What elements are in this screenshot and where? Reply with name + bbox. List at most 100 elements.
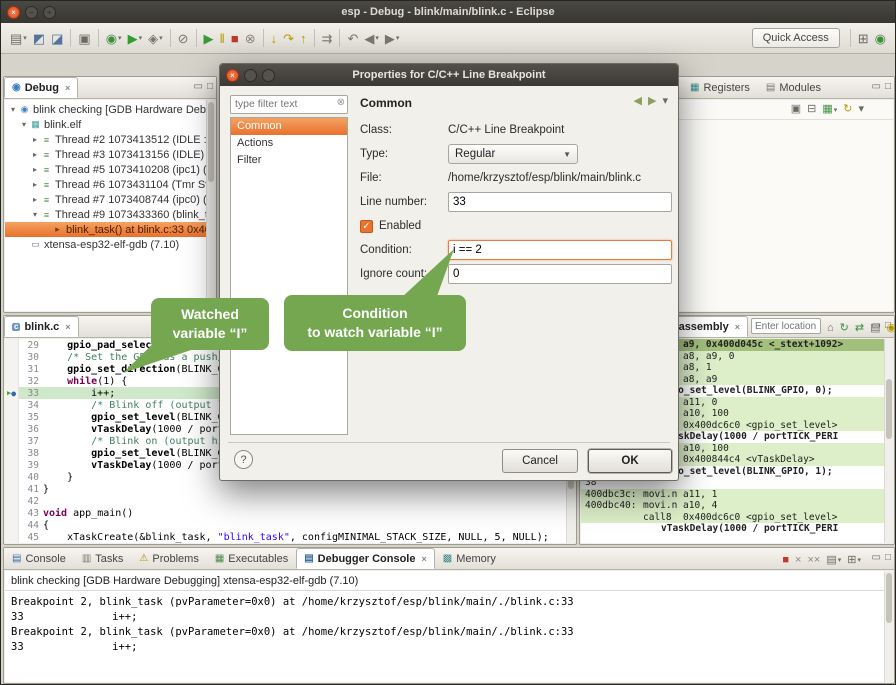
debug-tree-item[interactable]: ▸blink_task() at blink.c:33 0x400db [5, 222, 215, 237]
new-icon[interactable]: ▤▾ [7, 27, 30, 49]
tab-console[interactable]: ▤Console [4, 548, 74, 569]
window-minimize-icon[interactable]: – [25, 6, 38, 19]
debug-tree-item[interactable]: ▸≡Thread #2 1073413512 (IDLE : Runn [5, 132, 215, 147]
save-all-icon[interactable]: ◪ [48, 27, 66, 49]
expand-arrow-icon[interactable]: ▾ [8, 105, 18, 114]
tab-registers[interactable]: ▦Registers [682, 77, 758, 98]
condition-input[interactable] [448, 240, 672, 260]
scrollbar[interactable] [884, 339, 893, 543]
debug-tree-item[interactable]: ▸≡Thread #6 1073431104 (Tmr Svc) (S [5, 177, 215, 192]
view-menu-icon[interactable]: ▾ [662, 94, 668, 107]
minimize-icon[interactable]: ▭ [872, 320, 881, 331]
step-over-icon[interactable]: ↷ [280, 27, 297, 49]
debug-tree-item[interactable]: ▾≡Thread #9 1073433360 (blink_task [5, 207, 215, 222]
breakpoint-icon[interactable]: ● [11, 389, 16, 398]
debug-tree-item[interactable]: ▾▦blink.elf [5, 117, 215, 132]
breakpoint-gutter[interactable]: ▶● [5, 387, 19, 399]
view-menu-icon[interactable]: ▾ [855, 101, 867, 119]
code-line[interactable]: 44{ [5, 519, 575, 531]
expand-arrow-icon[interactable]: ▾ [30, 210, 40, 219]
remove-all-launches-icon[interactable]: ×× [804, 551, 823, 569]
console-output[interactable]: Breakpoint 2, blink_task (pvParameter=0x… [5, 591, 893, 659]
filter-input[interactable] [230, 95, 348, 114]
window-close-icon[interactable]: × [7, 6, 20, 19]
clear-filter-icon[interactable]: ⊗ [337, 97, 345, 108]
expand-arrow-icon[interactable]: ▸ [30, 180, 40, 189]
tab-modules[interactable]: ▤Modules [758, 77, 829, 98]
close-icon[interactable]: × [735, 322, 740, 332]
dialog-maximize-icon[interactable] [262, 69, 275, 82]
code-line[interactable]: 42 [5, 495, 575, 507]
open-console-icon[interactable]: ⊞▾ [844, 551, 864, 569]
close-icon[interactable]: × [65, 83, 70, 93]
help-button[interactable]: ? [234, 450, 253, 469]
tab-blink-c[interactable]: c blink.c × [4, 316, 79, 337]
resume-icon[interactable]: ▶ [201, 27, 217, 49]
terminate-icon[interactable]: ■ [779, 551, 792, 569]
expand-arrow-icon[interactable]: ▸ [30, 135, 40, 144]
debug-tree-item[interactable]: ▸≡Thread #5 1073410208 (ipc1) (Susp [5, 162, 215, 177]
run-icon[interactable]: ▶▾ [125, 27, 146, 49]
quick-access-button[interactable]: Quick Access [752, 28, 840, 48]
ok-button[interactable]: OK [588, 449, 672, 473]
disassembly-line[interactable]: 400dbc40:movi.n a10, 4 [581, 500, 893, 512]
tab-executables[interactable]: ▦Executables [207, 548, 296, 569]
minimize-icon[interactable]: ▭ [872, 81, 881, 92]
remove-launch-icon[interactable]: × [792, 551, 804, 569]
maximize-icon[interactable]: □ [885, 81, 891, 92]
display-selected-console-icon[interactable]: ▤▾ [823, 551, 844, 569]
close-icon[interactable]: × [421, 554, 426, 564]
collapse-all-icon[interactable]: ⊟ [804, 101, 819, 119]
disassembly-line[interactable]: vTaskDelay(1000 / portTICK_PERI [581, 523, 893, 535]
debug-perspective-icon[interactable]: ◉ [872, 27, 889, 49]
location-input[interactable] [751, 318, 821, 334]
enabled-checkbox[interactable]: ✓ [360, 220, 373, 233]
last-edit-icon[interactable]: ↶ [344, 27, 361, 49]
cancel-button[interactable]: Cancel [502, 449, 578, 473]
refresh-icon[interactable]: ↻ [840, 101, 855, 119]
maximize-icon[interactable]: □ [207, 81, 213, 92]
code-line[interactable]: 45 xTaskCreate(&blink_task, "blink_task"… [5, 531, 575, 543]
type-dropdown[interactable]: Regular ▼ [448, 144, 578, 164]
dialog-section-actions[interactable]: Actions [231, 135, 347, 152]
skip-breakpoints-icon[interactable]: ⊘ [175, 27, 192, 49]
debug-tree-item[interactable]: ▸≡Thread #3 1073413156 (IDLE) (Susp [5, 147, 215, 162]
step-return-icon[interactable]: ↑ [297, 27, 310, 49]
ignore-count-input[interactable] [448, 264, 672, 284]
step-into-icon[interactable]: ↓ [268, 27, 281, 49]
back-icon[interactable]: ◀▾ [361, 27, 382, 49]
expand-arrow-icon[interactable]: ▸ [30, 165, 40, 174]
back-icon[interactable]: ◀ [634, 94, 642, 107]
build-icon[interactable]: ▣ [75, 27, 93, 49]
tab-memory[interactable]: ▩Memory [435, 548, 504, 569]
line-number-input[interactable] [448, 192, 672, 212]
layout-icon[interactable]: ▦▾ [819, 101, 840, 119]
minimize-icon[interactable]: ▭ [194, 81, 203, 92]
expand-arrow-icon[interactable]: ▸ [30, 195, 40, 204]
external-tools-icon[interactable]: ◈▾ [145, 27, 166, 49]
close-icon[interactable]: × [65, 322, 70, 332]
terminate-icon[interactable]: ■ [228, 27, 242, 49]
dialog-close-icon[interactable]: × [226, 69, 239, 82]
maximize-icon[interactable]: □ [885, 320, 891, 331]
maximize-icon[interactable]: □ [885, 552, 891, 563]
forward-icon[interactable]: ▶ [648, 94, 656, 107]
dialog-minimize-icon[interactable] [244, 69, 257, 82]
dialog-section-common[interactable]: Common [231, 118, 347, 135]
disconnect-icon[interactable]: ⊗ [242, 27, 259, 49]
open-perspective-icon[interactable]: ⊞ [855, 27, 872, 49]
show-type-names-icon[interactable]: ▣ [788, 101, 804, 119]
home-icon[interactable]: ⌂ [824, 319, 837, 337]
debug-tree-item[interactable]: ▾◉blink checking [GDB Hardware Debug [5, 102, 215, 117]
minimize-icon[interactable]: ▭ [872, 552, 881, 563]
scrollbar[interactable] [884, 571, 893, 682]
expand-arrow-icon[interactable]: ▸ [30, 150, 40, 159]
save-icon[interactable]: ◩ [30, 27, 48, 49]
tab-debug[interactable]: ◉ Debug × [4, 77, 78, 98]
refresh-icon[interactable]: ↻ [837, 319, 852, 337]
forward-icon[interactable]: ▶▾ [382, 27, 403, 49]
disassembly-line[interactable]: call8 0x400dc6c0 <gpio_set_level> [581, 512, 893, 524]
tab-tasks[interactable]: ▥Tasks [74, 548, 132, 569]
debug-icon[interactable]: ◉▾ [103, 27, 125, 49]
dialog-section-filter[interactable]: Filter [231, 152, 347, 169]
